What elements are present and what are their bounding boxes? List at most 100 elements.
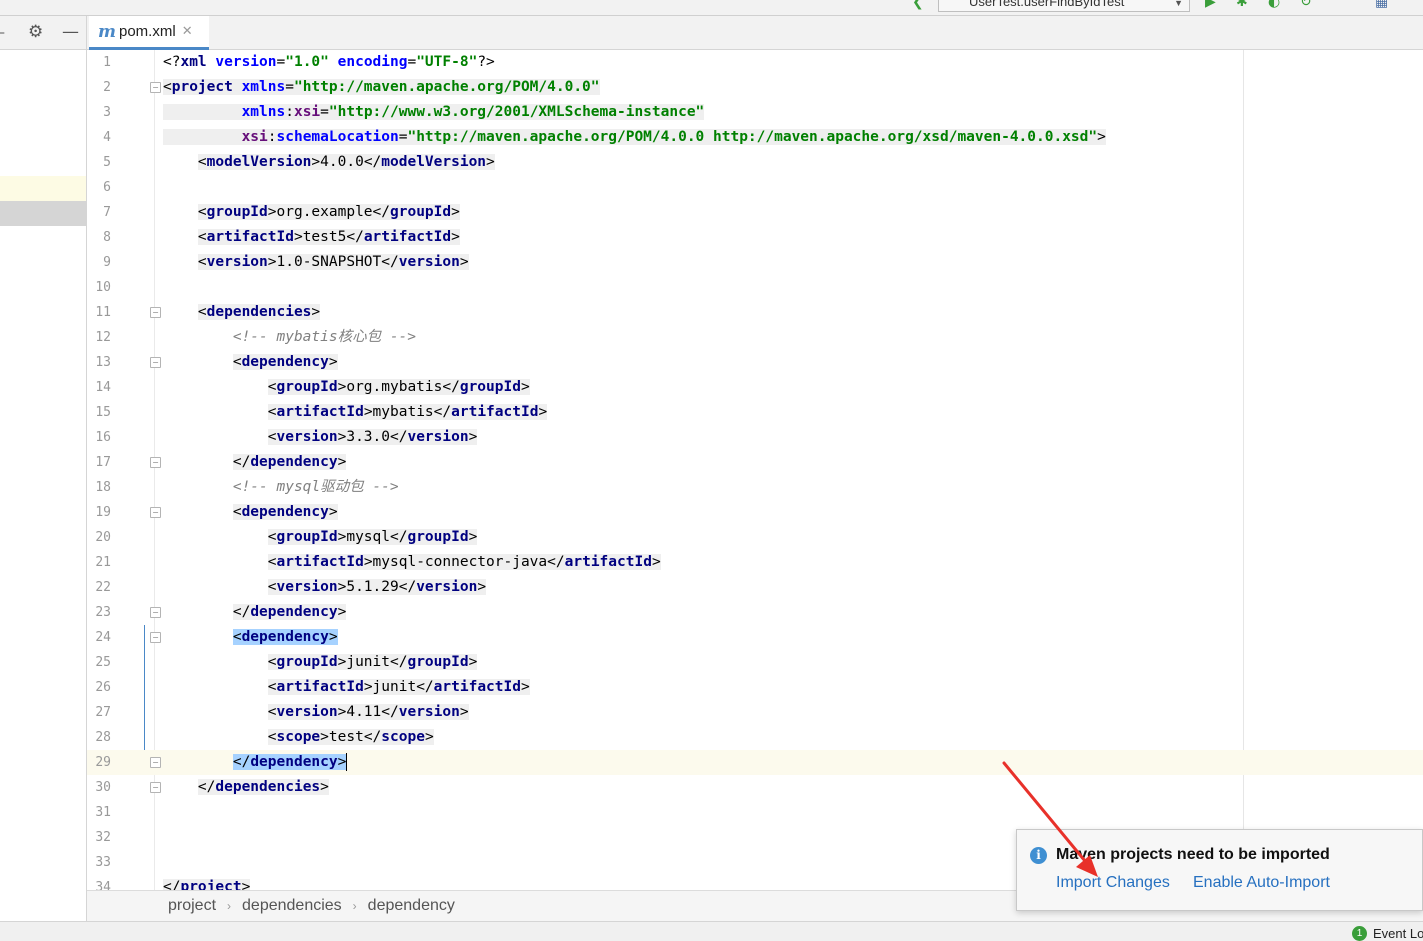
project-tree-row[interactable]: [0, 176, 86, 201]
code-line: 31: [87, 800, 1423, 825]
collapse-icon[interactable]: –: [0, 25, 5, 41]
event-log-button[interactable]: 1 Event Log: [1352, 926, 1423, 941]
line-number: 1: [103, 55, 111, 70]
fold-marker-icon[interactable]: −: [150, 357, 161, 368]
code-text: <dependencies>: [197, 304, 321, 320]
code-line: 21 <artifactId>mysql-connector-java</art…: [87, 550, 1423, 575]
enable-auto-import-link[interactable]: Enable Auto-Import: [1193, 874, 1330, 892]
line-number: 22: [95, 580, 111, 595]
back-arrow-icon[interactable]: ❮: [912, 0, 924, 9]
code-line: 25 <groupId>junit</groupId>: [87, 650, 1423, 675]
code-line: 4 xsi:schemaLocation="http://maven.apach…: [87, 125, 1423, 150]
code-line: 22 <version>5.1.29</version>: [87, 575, 1423, 600]
code-line: 5 <modelVersion>4.0.0</modelVersion>: [87, 150, 1423, 175]
code-line: 7 <groupId>org.example</groupId>: [87, 200, 1423, 225]
run-icon[interactable]: ▶: [1205, 0, 1216, 9]
fold-marker-icon[interactable]: −: [150, 507, 161, 518]
maven-file-icon: m: [98, 21, 116, 42]
run-configuration-label: UserTest.userFindByIdTest: [969, 0, 1125, 9]
line-number: 34: [95, 880, 111, 890]
code-line: 10: [87, 275, 1423, 300]
import-changes-link[interactable]: Import Changes: [1056, 874, 1170, 892]
code-text: </project>: [163, 875, 251, 890]
code-text: <?xml version="1.0" encoding="UTF-8"?>: [163, 54, 495, 70]
breadcrumb-item-dependency[interactable]: dependency: [368, 897, 455, 915]
chevron-right-icon: ›: [352, 899, 357, 913]
breadcrumb-item-dependencies[interactable]: dependencies: [242, 897, 342, 915]
line-number: 3: [103, 105, 111, 120]
line-number: 32: [95, 830, 111, 845]
code-text: </dependency>: [232, 604, 347, 620]
line-number: 14: [95, 380, 111, 395]
chevron-down-icon: ▼: [1174, 0, 1183, 8]
breadcrumb-item-project[interactable]: project: [168, 897, 216, 915]
code-text: <dependency>: [232, 629, 338, 645]
fold-marker-icon[interactable]: −: [150, 757, 161, 768]
code-text: </dependency>: [232, 753, 348, 771]
run-configuration-select[interactable]: UserTest.userFindByIdTest ▼: [938, 0, 1190, 12]
code-text: <groupId>junit</groupId>: [267, 654, 478, 670]
fold-marker-icon[interactable]: −: [150, 82, 161, 93]
code-text: <version>4.11</version>: [267, 704, 469, 720]
maven-import-notification: i Maven projects need to be imported Imp…: [1016, 829, 1423, 911]
code-line: 9 <version>1.0-SNAPSHOT</version>: [87, 250, 1423, 275]
gear-icon[interactable]: ⚙: [28, 22, 43, 42]
line-number: 2: [103, 80, 111, 95]
close-icon[interactable]: ✕: [182, 24, 193, 39]
code-text: <groupId>mysql</groupId>: [267, 529, 478, 545]
line-number: 25: [95, 655, 111, 670]
code-line: 27 <version>4.11</version>: [87, 700, 1423, 725]
profile-icon[interactable]: ↻: [1300, 0, 1312, 9]
fold-marker-icon[interactable]: −: [150, 307, 161, 318]
code-line: 17 − </dependency>: [87, 450, 1423, 475]
code-line: 30 − </dependencies>: [87, 775, 1423, 800]
code-line-current: 29 − </dependency>: [87, 750, 1423, 775]
project-panel-header: – ⚙ —: [0, 16, 86, 50]
project-structure-icon[interactable]: ▦: [1375, 0, 1388, 9]
code-line: 12 <!-- mybatis核心包 -->: [87, 325, 1423, 350]
line-number: 20: [95, 530, 111, 545]
code-line: 28 <scope>test</scope>: [87, 725, 1423, 750]
event-log-label: Event Log: [1373, 926, 1423, 941]
line-number: 10: [95, 280, 111, 295]
event-count-badge: 1: [1352, 926, 1367, 941]
line-number: 9: [103, 255, 111, 270]
code-line: 19 − <dependency>: [87, 500, 1423, 525]
project-tree-row-selected[interactable]: [0, 201, 86, 226]
code-lines: 1 <?xml version="1.0" encoding="UTF-8"?>…: [87, 50, 1423, 890]
line-number: 7: [103, 205, 111, 220]
line-number: 29: [95, 755, 111, 770]
code-text: <dependency>: [232, 354, 338, 370]
line-number: 28: [95, 730, 111, 745]
code-text: <version>3.3.0</version>: [267, 429, 478, 445]
line-number: 33: [95, 855, 111, 870]
code-line: 14 <groupId>org.mybatis</groupId>: [87, 375, 1423, 400]
info-icon: i: [1030, 847, 1047, 864]
tab-pom-xml[interactable]: m pom.xml ✕: [89, 16, 209, 50]
code-text: xmlns:xsi="http://www.w3.org/2001/XMLSch…: [163, 100, 705, 125]
debug-icon[interactable]: ✱: [1236, 0, 1248, 9]
code-text: <project xmlns="http://maven.apache.org/…: [163, 79, 600, 95]
fold-marker-icon[interactable]: −: [150, 607, 161, 618]
line-number: 31: [95, 805, 111, 820]
fold-marker-icon[interactable]: −: [150, 457, 161, 468]
code-line: 20 <groupId>mysql</groupId>: [87, 525, 1423, 550]
main-toolbar: ❮ UserTest.userFindByIdTest ▼ ▶ ✱ ◐ ↻ ▦: [0, 0, 1423, 16]
line-number: 27: [95, 705, 111, 720]
hide-panel-icon[interactable]: —: [62, 22, 79, 42]
line-number: 4: [103, 130, 111, 145]
code-text: <groupId>org.mybatis</groupId>: [267, 379, 530, 395]
coverage-icon[interactable]: ◐: [1268, 0, 1280, 9]
line-number: 8: [103, 230, 111, 245]
code-text: </dependency>: [232, 454, 347, 470]
fold-marker-icon[interactable]: −: [150, 632, 161, 643]
code-editor[interactable]: 1 <?xml version="1.0" encoding="UTF-8"?>…: [87, 50, 1423, 890]
fold-marker-icon[interactable]: −: [150, 782, 161, 793]
line-number: 5: [103, 155, 111, 170]
code-text: <version>1.0-SNAPSHOT</version>: [197, 254, 469, 270]
code-line: 11 − <dependencies>: [87, 300, 1423, 325]
line-number: 23: [95, 605, 111, 620]
code-line: 3 xmlns:xsi="http://www.w3.org/2001/XMLS…: [87, 100, 1423, 125]
line-number: 30: [95, 780, 111, 795]
code-text: <!-- mysql驱动包 -->: [163, 475, 399, 500]
